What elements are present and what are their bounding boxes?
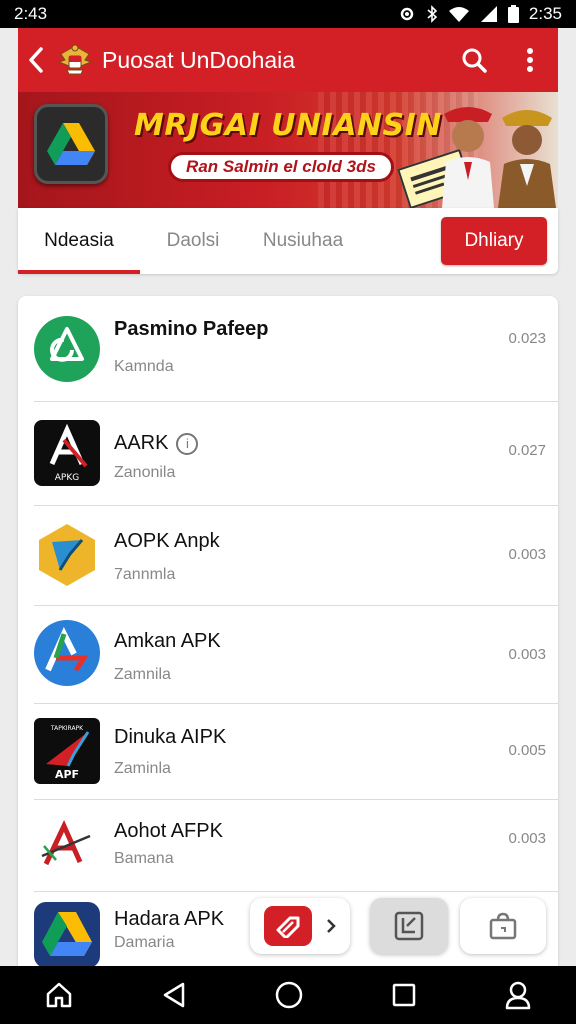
amkan-logo-icon: [34, 620, 100, 686]
status-bar: 2:43 2:35: [0, 0, 576, 28]
app-subtitle: Zaminla: [114, 760, 171, 777]
tab-daolsi[interactable]: Daolsi: [140, 208, 246, 274]
promo-banner[interactable]: MRJGAI UNIANSIN Ran Salmin el clold 3ds: [18, 92, 558, 208]
app-size: 0.023: [508, 330, 546, 347]
chevron-right-icon[interactable]: [326, 918, 336, 934]
bluetooth-icon: [427, 5, 438, 23]
list-item[interactable]: Pasmino Pafeep Kamnda 0.023: [18, 296, 558, 402]
app-list: Pasmino Pafeep Kamnda 0.023 APKG AARK i Z…: [18, 296, 558, 966]
tag-icon: [276, 916, 300, 938]
tab-label: Daolsi: [166, 230, 220, 251]
list-item[interactable]: AOPK Anpk 7annmla 0.003: [18, 506, 558, 606]
aark-icon-label: APKG: [55, 473, 79, 483]
banner-headline: MRJGAI UNIANSIN: [134, 108, 442, 143]
dinuka-logo-icon: TAPKIRAPK APF: [34, 718, 100, 784]
aopk-logo-icon: [39, 524, 95, 586]
app-title: Puosat UnDoohaia: [102, 46, 296, 73]
tab-nusiuhaa[interactable]: Nusiuhaa: [246, 208, 360, 274]
recents-square-icon[interactable]: [391, 982, 417, 1008]
app-size: 0.027: [508, 442, 546, 459]
app-name: AOPK Anpk: [114, 530, 220, 552]
green-logo-icon: [34, 316, 100, 382]
app-name-wrap: AARK i: [114, 432, 199, 455]
settings-gear-icon: [400, 7, 414, 21]
search-icon: [462, 48, 487, 73]
search-button[interactable]: [446, 28, 502, 92]
action-chip-bag[interactable]: [460, 898, 546, 954]
wifi-icon: [448, 7, 469, 22]
battery-icon: [507, 5, 519, 23]
app-subtitle: Zamnila: [114, 666, 171, 683]
banner-pill: Ran Salmin el clold 3ds: [168, 152, 394, 182]
tag-button[interactable]: [264, 906, 312, 946]
app-size: 0.003: [508, 830, 546, 847]
overflow-menu-button[interactable]: [502, 28, 558, 92]
app-name: Pasmino Pafeep: [114, 318, 269, 340]
app-name: Amkan APK: [114, 630, 221, 652]
tab-label: Ndeasia: [44, 230, 114, 251]
home-icon[interactable]: [44, 980, 74, 1010]
category-tabs: Ndeasia Daolsi Nusiuhaa Dhliary: [18, 208, 558, 274]
person-illustration-1: [442, 107, 494, 208]
app-size: 0.005: [508, 742, 546, 759]
app-bar: Puosat UnDoohaia: [18, 28, 558, 92]
drive-app-icon: [34, 104, 108, 184]
arrow-left-icon: [29, 47, 43, 73]
checkbox-icon: [394, 911, 424, 941]
tab-label: Nusiuhaa: [262, 230, 344, 251]
dinuka-icon-bottom-label: APF: [55, 768, 79, 781]
app-subtitle: Damaria: [114, 934, 175, 951]
app-size: 0.003: [508, 546, 546, 563]
aohot-logo-icon: [34, 812, 100, 878]
app-name: AARK: [114, 432, 169, 454]
hadara-drive-logo-icon: [34, 902, 100, 966]
status-time: 2:43: [14, 4, 48, 23]
account-icon[interactable]: [504, 980, 532, 1010]
bag-icon: [489, 912, 517, 940]
app-subtitle: 7annmla: [114, 566, 176, 583]
dhliary-button[interactable]: Dhliary: [441, 217, 547, 265]
list-item[interactable]: Amkan APK Zamnila 0.003: [18, 606, 558, 704]
back-button[interactable]: [18, 28, 54, 92]
tab-ndeasia[interactable]: Ndeasia: [18, 208, 140, 274]
garuda-emblem-icon: [54, 39, 96, 81]
system-nav-bar: [0, 966, 576, 1024]
back-triangle-icon[interactable]: [161, 981, 187, 1009]
app-subtitle: Zanonila: [114, 464, 176, 481]
app-subtitle: Bamana: [114, 850, 174, 867]
list-item[interactable]: APKG AARK i Zanonila 0.027: [18, 402, 558, 506]
person-illustration-2: [498, 110, 556, 208]
action-chip-primary[interactable]: [250, 898, 350, 954]
app-subtitle: Kamnda: [114, 358, 174, 375]
dinuka-icon-top-label: TAPKIRAPK: [50, 725, 84, 732]
app-name: Dinuka AIPK: [114, 726, 227, 748]
action-chip-check[interactable]: [370, 898, 448, 954]
home-circle-icon[interactable]: [274, 980, 304, 1010]
list-item[interactable]: TAPKIRAPK APF Dinuka AIPK Zaminla 0.005: [18, 704, 558, 800]
signal-icon: [480, 6, 497, 22]
app-name: Hadara APK: [114, 908, 225, 930]
app-name: Aohot AFPK: [114, 820, 223, 842]
aark-logo-icon: APKG: [34, 420, 100, 486]
info-icon[interactable]: i: [176, 432, 199, 455]
more-vert-icon: [527, 48, 533, 72]
list-item[interactable]: Aohot AFPK Bamana 0.003: [18, 800, 558, 892]
status-time-right: 2:35: [528, 4, 562, 23]
app-size: 0.003: [508, 646, 546, 663]
